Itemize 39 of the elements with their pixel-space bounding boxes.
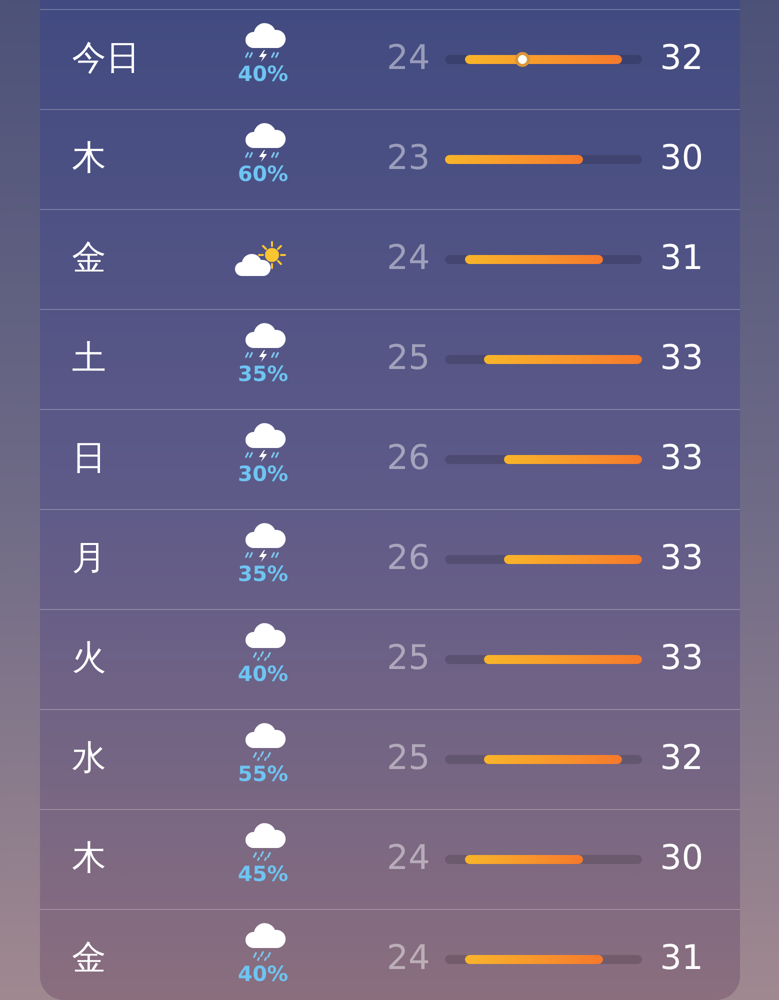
high-temperature: 31 — [660, 238, 704, 278]
precipitation-chance: 40% — [238, 62, 288, 86]
high-temperature: 30 — [660, 138, 704, 178]
day-label: 木 — [72, 138, 106, 178]
day-label: 月 — [72, 538, 106, 578]
low-temperature: 24 — [386, 838, 430, 878]
low-temperature: 24 — [386, 938, 430, 978]
low-temperature: 25 — [386, 738, 430, 778]
high-temperature: 33 — [660, 638, 704, 678]
day-label: 火 — [72, 638, 106, 678]
low-temperature: 26 — [386, 538, 430, 578]
high-temperature: 31 — [660, 938, 704, 978]
day-label: 木 — [72, 838, 106, 878]
high-temperature: 32 — [660, 38, 704, 78]
low-temperature: 24 — [386, 38, 430, 78]
day-label: 日 — [72, 438, 106, 478]
high-temperature: 33 — [660, 438, 704, 478]
precipitation-chance: 60% — [238, 162, 288, 186]
precipitation-chance: 55% — [238, 762, 288, 786]
precipitation-chance: 40% — [238, 662, 288, 686]
day-label: 土 — [72, 338, 106, 378]
day-label: 今日 — [72, 38, 140, 78]
high-temperature: 33 — [660, 338, 704, 378]
high-temperature: 30 — [660, 838, 704, 878]
precipitation-chance: 40% — [238, 962, 288, 986]
precipitation-chance: 35% — [238, 362, 288, 386]
precipitation-chance: 30% — [238, 462, 288, 486]
high-temperature: 32 — [660, 738, 704, 778]
low-temperature: 23 — [386, 138, 430, 178]
low-temperature: 24 — [386, 238, 430, 278]
day-label: 金 — [72, 238, 106, 278]
precipitation-chance: 35% — [238, 562, 288, 586]
low-temperature: 25 — [386, 338, 430, 378]
day-label: 水 — [72, 738, 106, 778]
low-temperature: 25 — [386, 638, 430, 678]
day-label: 金 — [72, 938, 106, 978]
high-temperature: 33 — [660, 538, 704, 578]
low-temperature: 26 — [386, 438, 430, 478]
precipitation-chance: 45% — [238, 862, 288, 886]
